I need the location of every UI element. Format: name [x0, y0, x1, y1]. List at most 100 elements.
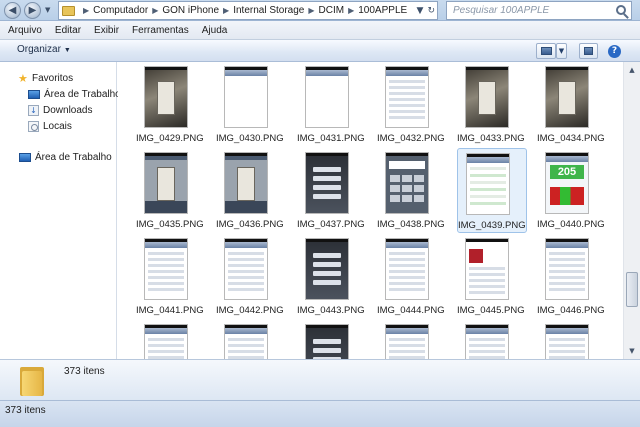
file-item[interactable]: [457, 320, 527, 359]
file-item[interactable]: IMG_0429.PNG: [136, 62, 206, 147]
nav-label: Área de Trabalho: [44, 88, 121, 100]
file-item[interactable]: [136, 320, 206, 359]
nav-downloads[interactable]: ↓ Downloads: [28, 103, 92, 117]
desktop-icon: [19, 152, 31, 162]
file-name: IMG_0446.PNG: [537, 305, 605, 316]
file-name: IMG_0438.PNG: [377, 219, 445, 230]
help-button[interactable]: ?: [605, 43, 624, 59]
search-input[interactable]: Pesquisar 100APPLE: [446, 1, 632, 20]
image-thumbnail: [305, 324, 349, 359]
file-name: IMG_0444.PNG: [377, 305, 445, 316]
image-thumbnail: [144, 238, 188, 300]
file-name: IMG_0439.PNG: [458, 220, 526, 231]
file-name: IMG_0434.PNG: [537, 133, 605, 144]
file-item[interactable]: IMG_0434.PNG: [537, 62, 607, 147]
image-thumbnail: [545, 324, 589, 359]
forward-button[interactable]: ▶: [24, 2, 41, 19]
change-view-button[interactable]: [536, 43, 556, 59]
recent-pages-dropdown[interactable]: ▼: [45, 5, 54, 15]
file-item[interactable]: [297, 320, 367, 359]
vertical-scrollbar[interactable]: ▲ ▼: [623, 62, 640, 359]
folder-icon: [20, 367, 44, 396]
file-item[interactable]: IMG_0441.PNG: [136, 234, 206, 319]
search-icon[interactable]: [616, 5, 626, 15]
file-item[interactable]: [216, 320, 286, 359]
chevron-right-icon[interactable]: ▶: [308, 6, 314, 15]
image-thumbnail: [465, 324, 509, 359]
image-thumbnail: [545, 238, 589, 300]
file-item[interactable]: IMG_0442.PNG: [216, 234, 286, 319]
chevron-down-icon[interactable]: ▼: [417, 6, 424, 16]
chevron-right-icon[interactable]: ▶: [348, 6, 354, 15]
file-item[interactable]: IMG_0437.PNG: [297, 148, 367, 233]
address-field[interactable]: ▶ Computador ▶ GON iPhone ▶ Internal Sto…: [58, 1, 438, 20]
chevron-right-icon[interactable]: ▶: [152, 6, 158, 15]
desktop-icon: [28, 89, 40, 99]
breadcrumb-computador[interactable]: Computador: [93, 5, 148, 16]
counter-value: 205: [550, 165, 584, 179]
view-icon: [540, 47, 552, 55]
file-item[interactable]: [537, 320, 607, 359]
favorites-label: Favoritos: [32, 72, 74, 84]
nav-favoritos[interactable]: ★ Favoritos: [18, 71, 73, 85]
breadcrumb-gon-iphone[interactable]: GON iPhone: [162, 5, 219, 16]
file-item[interactable]: IMG_0431.PNG: [297, 62, 367, 147]
status-item-count: 373 itens: [5, 405, 46, 416]
help-icon: ?: [608, 44, 621, 58]
nav-locais[interactable]: Locais: [28, 119, 72, 133]
menu-exibir[interactable]: Exibir: [94, 25, 119, 36]
file-item[interactable]: IMG_0433.PNG: [457, 62, 527, 147]
file-item[interactable]: IMG_0436.PNG: [216, 148, 286, 233]
chevron-right-icon[interactable]: ▶: [223, 6, 229, 15]
menu-ferramentas[interactable]: Ferramentas: [132, 25, 189, 36]
nav-area-de-trabalho[interactable]: Área de Trabalho: [19, 150, 112, 164]
file-item[interactable]: IMG_0443.PNG: [297, 234, 367, 319]
file-item[interactable]: IMG_0445.PNG: [457, 234, 527, 319]
chevron-down-icon: ▼: [558, 47, 565, 55]
view-options-dropdown[interactable]: ▼: [556, 43, 567, 59]
address-controls: ▼ ↻: [405, 4, 435, 17]
scrollbar-thumb[interactable]: [626, 272, 638, 307]
refresh-icon[interactable]: ↻: [427, 6, 435, 16]
preview-pane-button[interactable]: [579, 43, 598, 59]
chevron-right-icon[interactable]: ▶: [83, 6, 89, 15]
menu-ajuda[interactable]: Ajuda: [202, 25, 228, 36]
scroll-up-icon[interactable]: ▲: [624, 62, 640, 78]
image-thumbnail: [385, 66, 429, 128]
nav-label: Área de Trabalho: [35, 151, 112, 163]
file-name: IMG_0436.PNG: [216, 219, 284, 230]
file-name: IMG_0431.PNG: [297, 133, 365, 144]
file-item[interactable]: IMG_0435.PNG: [136, 148, 206, 233]
back-button[interactable]: ◀: [4, 2, 21, 19]
downloads-icon: ↓: [28, 104, 39, 116]
star-icon: ★: [18, 71, 28, 85]
chevron-down-icon: ▼: [63, 47, 71, 54]
image-thumbnail: [224, 152, 268, 214]
file-item[interactable]: IMG_0444.PNG: [377, 234, 447, 319]
organize-button[interactable]: Organizar ▼: [17, 44, 71, 55]
file-item[interactable]: IMG_0438.PNG: [377, 148, 447, 233]
file-name: IMG_0430.PNG: [216, 133, 284, 144]
file-item[interactable]: IMG_0430.PNG: [216, 62, 286, 147]
menu-editar[interactable]: Editar: [55, 25, 81, 36]
file-item[interactable]: [377, 320, 447, 359]
menu-arquivo[interactable]: Arquivo: [8, 25, 42, 36]
file-item[interactable]: IMG_0432.PNG: [377, 62, 447, 147]
file-item[interactable]: IMG_0439.PNG: [457, 148, 527, 233]
image-thumbnail: [224, 66, 268, 128]
recent-places-icon: [28, 120, 39, 132]
breadcrumb-100apple[interactable]: 100APPLE: [358, 5, 407, 16]
file-item[interactable]: 205 IMG_0440.PNG: [537, 148, 607, 233]
nav-area-de-trabalho-favorite[interactable]: Área de Trabalho: [28, 87, 121, 101]
details-pane: 373 itens: [0, 359, 640, 400]
file-grid: IMG_0429.PNG IMG_0430.PNG IMG_0431.PNG IMG_…: [118, 62, 623, 359]
menu-bar: Arquivo Editar Exibir Ferramentas Ajuda: [0, 21, 640, 40]
forward-arrow-icon: ▶: [28, 5, 37, 16]
file-item[interactable]: IMG_0446.PNG: [537, 234, 607, 319]
scroll-down-icon[interactable]: ▼: [624, 343, 640, 359]
nav-label: Locais: [43, 120, 72, 132]
breadcrumb-internal-storage[interactable]: Internal Storage: [233, 5, 304, 16]
organize-label: Organizar: [17, 44, 61, 55]
folder-icon: [62, 5, 75, 16]
breadcrumb-dcim[interactable]: DCIM: [319, 5, 345, 16]
